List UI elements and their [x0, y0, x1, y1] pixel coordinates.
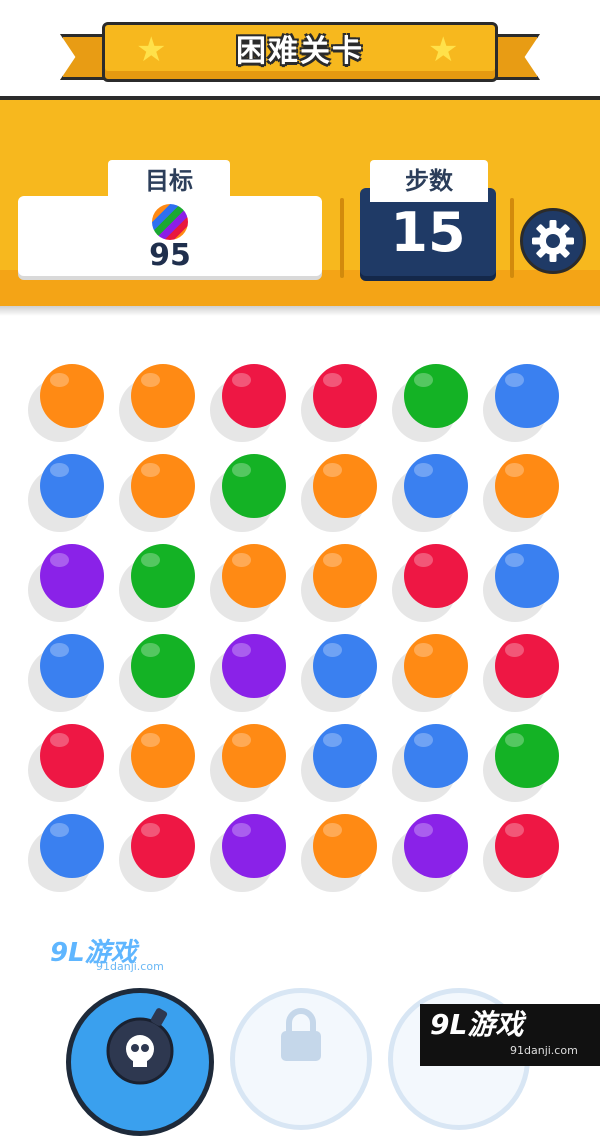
ball-green[interactable] — [404, 364, 468, 428]
watermark-badge-brand: 9L游戏 — [430, 1008, 524, 1041]
lock-icon — [281, 1008, 321, 1061]
ball-blue[interactable] — [313, 724, 377, 788]
goal-label: 目标 — [108, 160, 230, 202]
bomb-booster-button[interactable] — [66, 988, 214, 1136]
ball-purple[interactable] — [40, 544, 104, 608]
ball-orange[interactable] — [222, 724, 286, 788]
ball-blue[interactable] — [404, 454, 468, 518]
ball-blue[interactable] — [40, 634, 104, 698]
ball-red[interactable] — [131, 814, 195, 878]
ball-purple[interactable] — [222, 814, 286, 878]
ball-orange[interactable] — [131, 724, 195, 788]
ball-green[interactable] — [131, 634, 195, 698]
locked-booster-slot[interactable] — [230, 988, 372, 1130]
ball-orange[interactable] — [404, 634, 468, 698]
watermark-badge-url: 91danji.com — [510, 1044, 578, 1057]
settings-button[interactable] — [520, 208, 586, 274]
moves-count: 15 — [390, 201, 466, 264]
ball-orange[interactable] — [40, 364, 104, 428]
goal-count: 95 — [149, 238, 191, 273]
ball-red[interactable] — [222, 364, 286, 428]
ball-red[interactable] — [404, 544, 468, 608]
ball-blue[interactable] — [40, 814, 104, 878]
ball-red[interactable] — [495, 634, 559, 698]
ball-purple[interactable] — [404, 814, 468, 878]
ball-blue[interactable] — [404, 724, 468, 788]
star-icon: ★ — [428, 30, 459, 70]
header-shadow — [0, 306, 600, 316]
bomb-skull-icon — [106, 1008, 174, 1085]
ball-blue[interactable] — [495, 544, 559, 608]
ball-blue[interactable] — [40, 454, 104, 518]
header-divider — [340, 198, 344, 278]
ball-orange[interactable] — [131, 364, 195, 428]
ball-purple[interactable] — [222, 634, 286, 698]
ball-orange[interactable] — [313, 454, 377, 518]
rainbow-ball-icon — [152, 204, 188, 240]
ball-orange[interactable] — [131, 454, 195, 518]
ball-red[interactable] — [40, 724, 104, 788]
ball-blue[interactable] — [495, 364, 559, 428]
ball-orange[interactable] — [313, 544, 377, 608]
game-board — [0, 330, 600, 890]
ball-green[interactable] — [131, 544, 195, 608]
star-icon: ★ — [136, 30, 167, 70]
header-divider — [510, 198, 514, 278]
ball-orange[interactable] — [222, 544, 286, 608]
ball-blue[interactable] — [313, 634, 377, 698]
moves-label: 步数 — [370, 160, 488, 202]
gear-icon — [532, 220, 574, 262]
ball-orange[interactable] — [495, 454, 559, 518]
ball-green[interactable] — [222, 454, 286, 518]
ball-orange[interactable] — [313, 814, 377, 878]
ball-red[interactable] — [495, 814, 559, 878]
watermark-url: 91danji.com — [96, 960, 164, 973]
level-title: 困难关卡 — [236, 34, 364, 69]
ball-red[interactable] — [313, 364, 377, 428]
ball-green[interactable] — [495, 724, 559, 788]
